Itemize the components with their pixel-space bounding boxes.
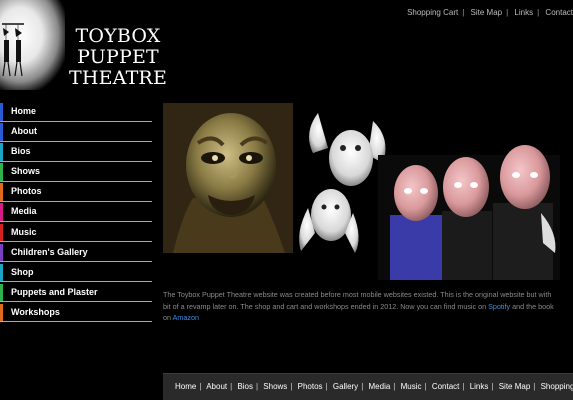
sidebar-item-shows[interactable]: Shows (0, 163, 152, 182)
top-nav-shopping-cart[interactable]: Shopping Cart (407, 8, 458, 17)
footer-link-home[interactable]: Home (175, 382, 196, 391)
hero-puppets-image (163, 103, 560, 280)
nav-separator: | (424, 382, 427, 391)
nav-separator: | (255, 382, 259, 391)
sidebar-item-bios[interactable]: Bios (0, 143, 152, 162)
footer-link-media[interactable]: Media (369, 382, 391, 391)
footer-link-bios[interactable]: Bios (237, 382, 253, 391)
sidebar-nav: Home About Bios Shows Photos Media Music… (0, 103, 152, 324)
sidebar-item-photos[interactable]: Photos (0, 183, 152, 202)
amazon-link[interactable]: Amazon (173, 313, 199, 322)
sidebar-item-puppets-and-plaster[interactable]: Puppets and Plaster (0, 283, 152, 303)
nav-separator: | (506, 8, 509, 17)
sidebar-item-about[interactable]: About (0, 123, 152, 142)
site-title-line1: TOYBOX PUPPET (75, 25, 161, 68)
footer-link-shopping-cart[interactable]: Shopping Cart (541, 382, 573, 391)
footer-link-links[interactable]: Links (470, 382, 489, 391)
sidebar-item-childrens-gallery[interactable]: Children's Gallery (0, 243, 152, 263)
footer-link-about[interactable]: About (206, 382, 227, 391)
footer-link-site-map[interactable]: Site Map (499, 382, 531, 391)
description-line-1: The Toybox Puppet Theatre website was cr… (163, 290, 552, 299)
nav-separator: | (537, 8, 540, 17)
nav-separator: | (290, 382, 293, 391)
nav-separator: | (230, 382, 233, 391)
top-nav-site-map[interactable]: Site Map (471, 8, 503, 17)
footer-link-music[interactable]: Music (401, 382, 422, 391)
sidebar-item-workshops[interactable]: Workshops (0, 303, 152, 323)
site-title-line2: THEATRE (68, 67, 168, 89)
sidebar-item-media[interactable]: Media (0, 203, 152, 222)
top-nav-contact[interactable]: Contact (545, 8, 573, 17)
description-line-2: bit of a revamp later on. The shop and c… (163, 301, 573, 313)
nav-separator: | (491, 382, 494, 391)
site-title[interactable]: TOYBOX PUPPET THEATRE (48, 26, 188, 89)
sidebar-item-music[interactable]: Music (0, 223, 152, 243)
footer-link-gallery[interactable]: Gallery (333, 382, 358, 391)
site-description: The Toybox Puppet Theatre website was cr… (163, 289, 573, 324)
nav-separator: | (533, 382, 536, 391)
sidebar-item-home[interactable]: Home (0, 103, 152, 122)
footer-link-photos[interactable]: Photos (298, 382, 323, 391)
spotify-link[interactable]: Spotify (488, 302, 510, 311)
top-nav-links[interactable]: Links (514, 8, 533, 17)
top-nav: Shopping Cart | Site Map | Links | Contact (407, 8, 573, 17)
nav-separator: | (462, 8, 465, 17)
nav-separator: | (199, 382, 202, 391)
footer-link-contact[interactable]: Contact (432, 382, 460, 391)
sidebar-item-shop[interactable]: Shop (0, 263, 152, 283)
description-line-3: on Amazon (163, 312, 573, 324)
nav-separator: | (361, 382, 364, 391)
description-text: and the book (512, 301, 554, 311)
footer-link-shows[interactable]: Shows (263, 382, 287, 391)
footer-nav: Home | About | Bios | Shows | Photos | Galler… (163, 373, 573, 400)
nav-separator: | (325, 382, 328, 391)
nav-separator: | (462, 382, 465, 391)
description-text: on (163, 313, 171, 322)
puppet-logo-icon (2, 23, 24, 77)
nav-separator: | (393, 382, 396, 391)
description-text: bit of a revamp later on. The shop and c… (163, 301, 487, 311)
